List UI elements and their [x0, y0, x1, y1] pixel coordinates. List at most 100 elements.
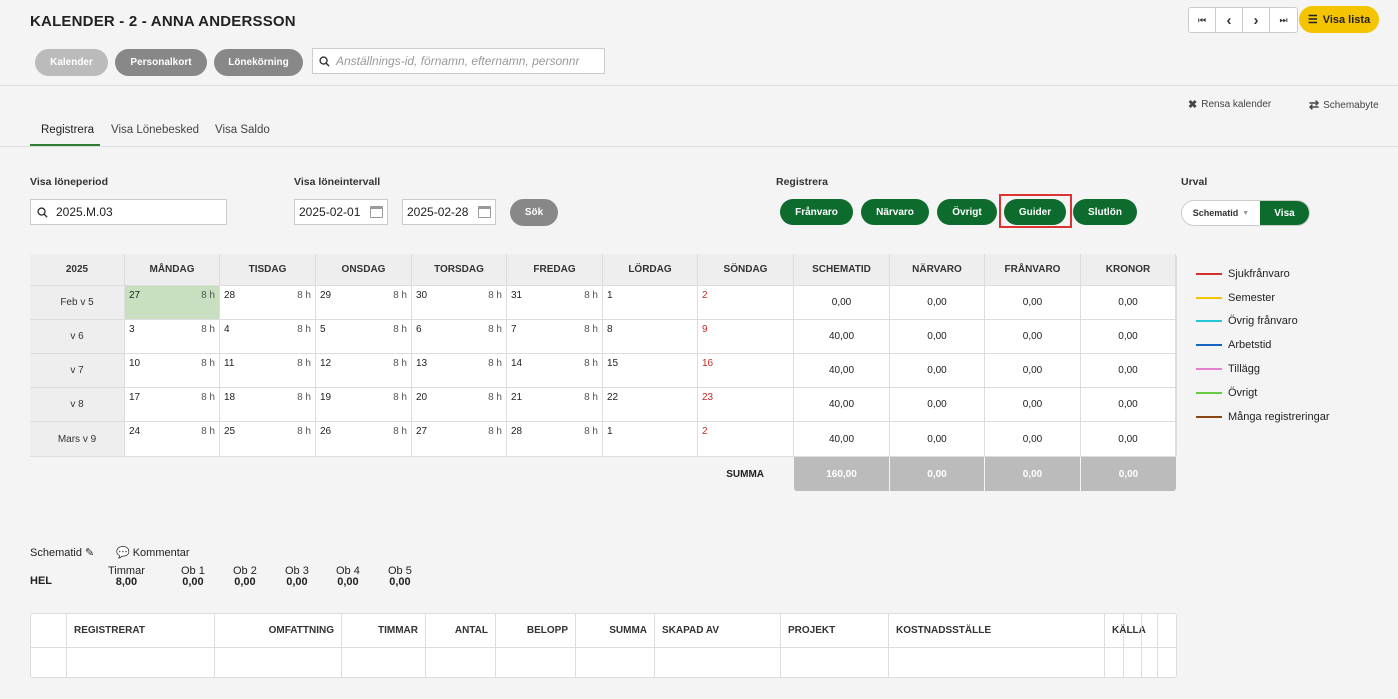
day-cell[interactable]: 19 8 h — [316, 388, 412, 422]
day-cell[interactable]: 26 8 h — [316, 422, 412, 457]
day-number: 18 — [224, 392, 236, 403]
list-icon: ☰ — [1307, 14, 1318, 26]
kommentar-label: Kommentar — [132, 546, 190, 559]
day-number: 15 — [607, 358, 619, 369]
day-cell[interactable]: 14 8 h — [507, 354, 603, 388]
visa-button[interactable]: Visa — [1260, 201, 1309, 225]
day-cell[interactable]: 12 8 h — [316, 354, 412, 388]
to-date-input[interactable]: 2025-02-28 — [402, 199, 496, 225]
day-hours: 8 h — [488, 290, 502, 301]
day-cell[interactable]: 27 8 h — [125, 286, 220, 320]
urval-select[interactable]: Schematid ▼ — [1182, 201, 1260, 225]
day-cell[interactable]: 22 — [603, 388, 698, 422]
summa-value: 0,00 — [1081, 457, 1176, 491]
schematid-link[interactable]: Schematid ✎ — [30, 546, 95, 560]
prev-record-button[interactable]: ‹ — [1216, 8, 1243, 32]
day-cell[interactable]: 10 8 h — [125, 354, 220, 388]
sok-button[interactable]: Sök — [510, 199, 558, 226]
from-date-input[interactable]: 2025-02-01 — [294, 199, 388, 225]
day-cell[interactable]: 30 8 h — [412, 286, 507, 320]
day-cell[interactable]: 6 8 h — [412, 320, 507, 354]
day-cell[interactable]: 17 8 h — [125, 388, 220, 422]
day-number: 1 — [607, 426, 613, 437]
edit-icon: ✎ — [84, 547, 95, 559]
first-record-button[interactable]: ⏮ — [1189, 8, 1216, 32]
skip-first-icon: ⏮ — [1197, 14, 1207, 25]
day-number: 3 — [129, 324, 135, 335]
day-number: 20 — [416, 392, 428, 403]
day-cell[interactable]: 9 — [698, 320, 794, 354]
day-number: 23 — [702, 392, 714, 403]
day-cell[interactable]: 1 — [603, 286, 698, 320]
visa-lista-button[interactable]: ☰ Visa lista — [1299, 6, 1379, 33]
day-cell[interactable]: 31 8 h — [507, 286, 603, 320]
table-body-cell — [31, 648, 67, 678]
personalkort-button[interactable]: Personalkort — [115, 49, 207, 76]
sum-value: 0,00 — [985, 388, 1081, 422]
day-cell[interactable]: 28 8 h — [507, 422, 603, 457]
shuffle-icon: ⇄ — [1309, 98, 1320, 112]
sum-value: 0,00 — [890, 354, 985, 388]
day-cell[interactable]: 3 8 h — [125, 320, 220, 354]
last-record-button[interactable]: ⏭ — [1270, 8, 1297, 32]
kalender-button[interactable]: Kalender — [35, 49, 108, 76]
day-cell[interactable]: 27 8 h — [412, 422, 507, 457]
table-header-cell: KOSTNADSSTÄLLE — [889, 614, 1105, 648]
rensa-kalender-label: Rensa kalender — [1201, 99, 1272, 110]
rensa-kalender-link[interactable]: ✖ Rensa kalender — [1188, 98, 1271, 111]
day-cell[interactable]: 4 8 h — [220, 320, 316, 354]
kommentar-link[interactable]: 💬 Kommentar — [116, 546, 190, 560]
lonekorning-button[interactable]: Lönekörning — [214, 49, 303, 76]
day-header: LÖRDAG — [603, 254, 698, 286]
tab-registrera[interactable]: Registrera — [41, 124, 94, 136]
day-cell[interactable]: 18 8 h — [220, 388, 316, 422]
divider — [0, 85, 1398, 86]
day-cell[interactable]: 2 — [698, 286, 794, 320]
table-body-cell — [342, 648, 426, 678]
tab-visa-saldo[interactable]: Visa Saldo — [215, 124, 270, 136]
day-number: 10 — [129, 358, 141, 369]
ovrigt-button[interactable]: Övrigt — [937, 199, 997, 225]
sum-header: FRÅNVARO — [985, 254, 1081, 286]
day-hours: 8 h — [393, 358, 407, 369]
day-cell[interactable]: 7 8 h — [507, 320, 603, 354]
table-body-cell — [1105, 648, 1124, 678]
day-cell[interactable]: 13 8 h — [412, 354, 507, 388]
table-header-cell: SKAPAD AV — [655, 614, 781, 648]
day-number: 13 — [416, 358, 428, 369]
day-cell[interactable]: 28 8 h — [220, 286, 316, 320]
day-cell[interactable]: 1 — [603, 422, 698, 457]
day-cell[interactable]: 23 — [698, 388, 794, 422]
summa-value: 160,00 — [794, 457, 889, 491]
franvaro-button[interactable]: Frånvaro — [780, 199, 853, 225]
day-cell[interactable]: 15 — [603, 354, 698, 388]
day-cell[interactable]: 21 8 h — [507, 388, 603, 422]
day-cell[interactable]: 11 8 h — [220, 354, 316, 388]
day-cell[interactable]: 2 — [698, 422, 794, 457]
legend-label: Sjukfrånvaro — [1228, 267, 1290, 280]
day-cell[interactable]: 5 8 h — [316, 320, 412, 354]
day-cell[interactable]: 20 8 h — [412, 388, 507, 422]
table-header-cell — [1124, 614, 1142, 648]
slutlon-button[interactable]: Slutlön — [1073, 199, 1137, 225]
next-record-button[interactable]: › — [1243, 8, 1270, 32]
sum-value: 40,00 — [794, 388, 890, 422]
tab-visa-lonebesked[interactable]: Visa Lönebesked — [111, 124, 199, 136]
day-hours: 8 h — [488, 324, 502, 335]
sum-value: 0,00 — [1081, 422, 1176, 457]
schemabyte-link[interactable]: ⇄ Schemabyte — [1309, 98, 1379, 112]
day-cell[interactable]: 16 — [698, 354, 794, 388]
day-cell[interactable]: 8 — [603, 320, 698, 354]
comment-icon: 💬 — [116, 547, 130, 559]
day-hours: 8 h — [393, 324, 407, 335]
sum-value: 0,00 — [1081, 286, 1176, 320]
period-input[interactable]: 2025.M.03 — [30, 199, 227, 225]
day-hours: 8 h — [488, 392, 502, 403]
employee-search-input[interactable]: Anställnings-id, förnamn, efternamn, per… — [312, 48, 605, 74]
day-cell[interactable]: 29 8 h — [316, 286, 412, 320]
day-cell[interactable]: 25 8 h — [220, 422, 316, 457]
day-header: TISDAG — [220, 254, 316, 286]
day-cell[interactable]: 24 8 h — [125, 422, 220, 457]
day-hours: 8 h — [297, 426, 311, 437]
narvaro-button[interactable]: Närvaro — [861, 199, 929, 225]
